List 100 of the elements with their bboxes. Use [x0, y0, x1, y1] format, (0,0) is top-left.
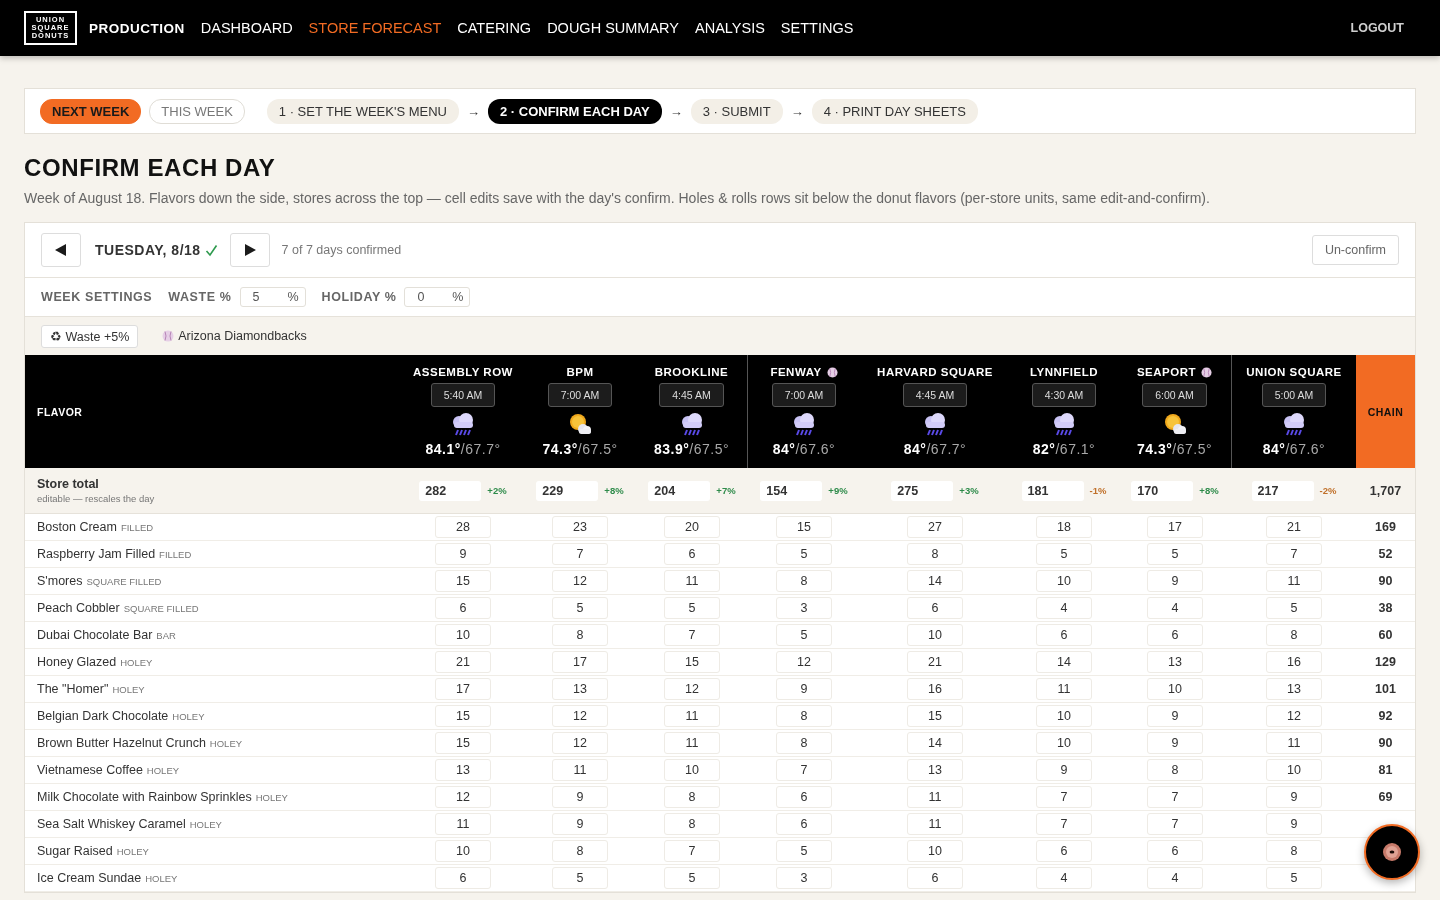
count-field[interactable]: 5	[1266, 597, 1322, 619]
count-field[interactable]: 21	[1266, 516, 1322, 538]
count-field[interactable]: 7	[1147, 786, 1203, 808]
count-field[interactable]: 13	[1147, 651, 1203, 673]
count-field[interactable]: 6	[435, 597, 491, 619]
store-total-field[interactable]: 217	[1251, 480, 1314, 501]
count-field[interactable]: 10	[1036, 732, 1092, 754]
count-field[interactable]: 15	[907, 705, 963, 727]
time-button[interactable]: 7:00 AM	[771, 383, 837, 407]
count-field[interactable]: 23	[552, 516, 608, 538]
nav-link[interactable]: SETTINGS	[780, 20, 854, 36]
count-field[interactable]: 13	[435, 759, 491, 781]
count-field[interactable]: 5	[552, 597, 608, 619]
count-field[interactable]: 14	[907, 732, 963, 754]
step-tab[interactable]: 3 · SUBMIT	[690, 98, 783, 124]
count-field[interactable]: 10	[907, 840, 963, 862]
count-field[interactable]: 8	[1266, 624, 1322, 646]
count-field[interactable]: 6	[1147, 624, 1203, 646]
count-field[interactable]: 11	[664, 732, 720, 754]
count-field[interactable]: 17	[552, 651, 608, 673]
nav-link[interactable]: CATERING	[457, 20, 532, 36]
count-field[interactable]: 6	[907, 597, 963, 619]
count-field[interactable]: 10	[435, 624, 491, 646]
store-total-field[interactable]: 229	[536, 480, 599, 501]
count-field[interactable]: 7	[1036, 813, 1092, 835]
count-field[interactable]: 17	[435, 678, 491, 700]
nav-link[interactable]: DASHBOARD	[200, 20, 293, 36]
count-field[interactable]: 3	[776, 867, 832, 889]
store-total-field[interactable]: 181	[1021, 480, 1084, 501]
count-field[interactable]: 8	[776, 732, 832, 754]
count-field[interactable]: 13	[907, 759, 963, 781]
count-field[interactable]: 15	[435, 570, 491, 592]
count-field[interactable]: 5	[776, 840, 832, 862]
store-total-field[interactable]: 154	[760, 480, 823, 501]
unconfirm-button[interactable]: Un-confirm	[1311, 235, 1399, 265]
count-field[interactable]: 11	[1266, 732, 1322, 754]
count-field[interactable]: 5	[776, 543, 832, 565]
count-field[interactable]: 14	[1036, 651, 1092, 673]
count-field[interactable]: 12	[552, 732, 608, 754]
count-field[interactable]: 11	[1266, 570, 1322, 592]
time-button[interactable]: 5:40 AM	[430, 383, 496, 407]
count-field[interactable]: 14	[907, 570, 963, 592]
count-field[interactable]: 17	[1147, 516, 1203, 538]
count-field[interactable]: 12	[552, 705, 608, 727]
count-field[interactable]: 18	[1036, 516, 1092, 538]
next-day-button[interactable]	[229, 233, 270, 267]
count-field[interactable]: 6	[776, 813, 832, 835]
count-field[interactable]: 7	[776, 759, 832, 781]
count-field[interactable]: 10	[664, 759, 720, 781]
count-field[interactable]: 6	[776, 786, 832, 808]
count-field[interactable]: 12	[552, 570, 608, 592]
count-field[interactable]: 9	[1266, 813, 1322, 835]
count-field[interactable]: 11	[907, 786, 963, 808]
count-field[interactable]: 10	[1036, 570, 1092, 592]
time-button[interactable]: 4:45 AM	[902, 383, 968, 407]
count-field[interactable]: 20	[664, 516, 720, 538]
count-field[interactable]: 9	[1147, 705, 1203, 727]
count-field[interactable]: 9	[435, 543, 491, 565]
store-total-field[interactable]: 204	[648, 480, 711, 501]
store-total-field[interactable]: 170	[1131, 480, 1194, 501]
count-field[interactable]: 7	[1036, 786, 1092, 808]
count-field[interactable]: 15	[776, 516, 832, 538]
count-field[interactable]: 11	[552, 759, 608, 781]
previous-day-button[interactable]	[41, 233, 81, 267]
count-field[interactable]: 6	[1036, 624, 1092, 646]
count-field[interactable]: 7	[664, 624, 720, 646]
count-field[interactable]: 11	[664, 570, 720, 592]
count-field[interactable]: 8	[552, 840, 608, 862]
count-field[interactable]: 8	[552, 624, 608, 646]
week-tab[interactable]: NEXT WEEK	[40, 98, 142, 124]
count-field[interactable]: 7	[1147, 813, 1203, 835]
count-field[interactable]: 7	[552, 543, 608, 565]
time-button[interactable]: 5:00 AM	[1261, 383, 1327, 407]
count-field[interactable]: 6	[664, 543, 720, 565]
count-field[interactable]: 5	[1266, 867, 1322, 889]
count-field[interactable]: 8	[664, 786, 720, 808]
count-field[interactable]: 10	[1036, 705, 1092, 727]
count-field[interactable]: 4	[1147, 867, 1203, 889]
count-field[interactable]: 11	[1036, 678, 1092, 700]
count-field[interactable]: 5	[1147, 543, 1203, 565]
count-field[interactable]: 9	[1266, 786, 1322, 808]
count-field[interactable]: 5	[552, 867, 608, 889]
step-tab[interactable]: 4 · PRINT DAY SHEETS	[811, 98, 978, 124]
count-field[interactable]: 5	[776, 624, 832, 646]
count-field[interactable]: 10	[907, 624, 963, 646]
nav-link[interactable]: DOUGH SUMMARY	[547, 20, 679, 36]
count-field[interactable]: 3	[776, 597, 832, 619]
count-field[interactable]: 7	[1266, 543, 1322, 565]
step-tab[interactable]: 1 · SET THE WEEK'S MENU	[266, 98, 459, 124]
count-field[interactable]: 8	[1147, 759, 1203, 781]
count-field[interactable]: 21	[435, 651, 491, 673]
time-button[interactable]: 4:45 AM	[659, 383, 724, 407]
percent-field[interactable]: 5 %	[239, 287, 306, 307]
count-field[interactable]: 10	[1266, 759, 1322, 781]
count-field[interactable]: 12	[776, 651, 832, 673]
count-field[interactable]: 12	[435, 786, 491, 808]
count-field[interactable]: 15	[435, 705, 491, 727]
count-field[interactable]: 11	[664, 705, 720, 727]
count-field[interactable]: 6	[907, 867, 963, 889]
count-field[interactable]: 9	[1147, 570, 1203, 592]
